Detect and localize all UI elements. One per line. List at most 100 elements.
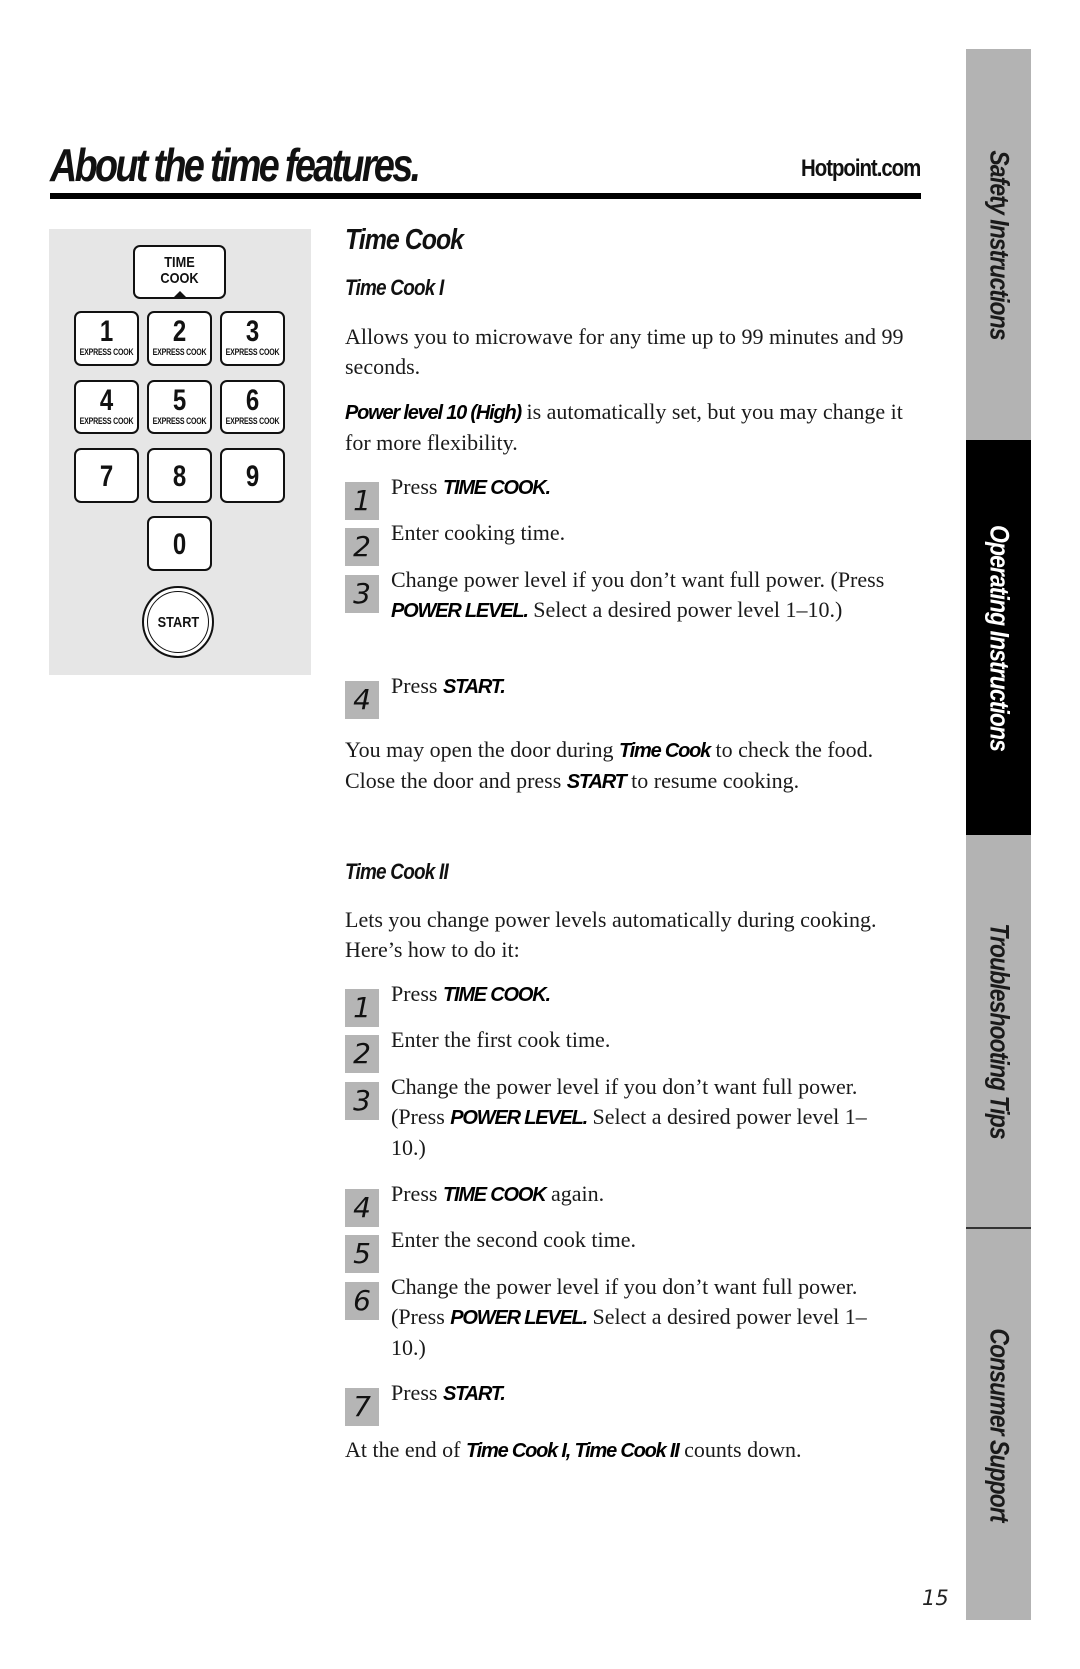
key-digit: 1 [99,315,114,348]
plain-text: Press [391,1380,443,1405]
tab-consumer-support[interactable]: Consumer Support [966,1227,1031,1620]
step-text: Change power level if you don’t want ful… [391,565,891,626]
site-link[interactable]: Hotpoint.com [801,154,921,184]
plain-text: At the end of [345,1437,466,1462]
start-key: START [142,586,214,658]
plain-text: Enter the first cook time. [391,1027,611,1052]
plain-text: Change power level if you don’t want ful… [391,567,885,592]
emphasis-text: START. [442,676,506,698]
number-key-2: 2 EXPRESS COOK [147,311,212,366]
tab-troubleshooting-tips[interactable]: Troubleshooting Tips [966,835,1031,1227]
step-text: Press TIME COOK. [391,472,891,503]
time-cook-2-heading: Time Cook II [345,859,449,884]
time-cook-key: TIME COOK [133,245,226,299]
step-text: Change the power level if you don’t want… [391,1072,891,1163]
key-sublabel: EXPRESS COOK [152,416,207,426]
tab-label: Operating Instructions [984,524,1014,751]
key-digit: 6 [245,384,260,417]
end-note: At the end of Time Cook I, Time Cook II … [345,1435,905,1466]
door-note: You may open the door during Time Cook t… [345,735,905,797]
number-key-4: 4 EXPRESS COOK [74,380,139,434]
step-text: Press TIME COOK again. [391,1179,891,1210]
step-number-badge: 3 [345,575,379,613]
plain-text: Press [391,981,443,1006]
time-cook-key-line2: COOK [160,270,199,287]
title-rule [50,193,921,199]
step-number-badge: 2 [345,1035,379,1073]
key-sublabel: EXPRESS COOK [152,347,207,357]
emphasis-text: TIME COOK. [442,984,551,1006]
key-sublabel: EXPRESS COOK [79,416,134,426]
step-text: Press START. [391,671,891,702]
plain-text: again. [545,1181,605,1206]
key-digit: 5 [172,384,187,417]
step-number-badge: 1 [345,482,379,520]
plain-text: You may open the door during [345,737,619,762]
emphasis-text: Time Cook I, Time Cook II [465,1440,680,1462]
step-text: Change the power level if you don’t want… [391,1272,891,1363]
step-number-badge: 4 [345,1189,379,1227]
tab-label: Safety Instructions [984,149,1014,340]
emphasis-text: POWER LEVEL. [450,1307,588,1329]
step-text: Press TIME COOK. [391,979,891,1010]
plain-text: Press [391,1181,443,1206]
key-digit: 4 [99,384,114,417]
tab-safety-instructions[interactable]: Safety Instructions [966,49,1031,440]
key-sublabel: EXPRESS COOK [225,347,280,357]
number-key-0: 0 [147,516,212,571]
keypad-illustration: TIME COOK 1 EXPRESS COOK 2 EXPRESS COOK … [49,229,311,675]
number-key-3: 3 EXPRESS COOK [220,311,285,366]
step-text: Press START. [391,1378,891,1409]
time-cook-1-heading: Time Cook I [345,275,444,300]
number-key-6: 6 EXPRESS COOK [220,380,285,434]
tab-label: Troubleshooting Tips [984,923,1014,1139]
tab-operating-instructions[interactable]: Operating Instructions [966,440,1031,835]
plain-text: Enter cooking time. [391,520,566,545]
key-sublabel: EXPRESS COOK [79,347,134,357]
power-level-note: Power level 10 (High) is automatically s… [345,397,905,458]
start-key-label: START [157,613,199,631]
number-key-5: 5 EXPRESS COOK [147,380,212,434]
emphasis-text: TIME COOK. [442,477,551,499]
tab-label: Consumer Support [984,1327,1014,1522]
key-sublabel: EXPRESS COOK [225,416,280,426]
emphasis-text: Time Cook [618,740,711,762]
step-number-badge: 6 [345,1282,379,1320]
key-digit: 3 [245,315,260,348]
plain-text: Press [391,673,443,698]
time-cook-key-line1: TIME [164,254,195,271]
step-number-badge: 7 [345,1388,379,1426]
step-number-badge: 1 [345,989,379,1027]
number-key-9: 9 [220,448,285,503]
plain-text: Select a desired power level 1–10.) [527,597,843,622]
step-number-badge: 3 [345,1082,379,1120]
plain-text: to resume cooking. [625,768,800,793]
plain-text: Press [391,474,443,499]
key-digit: 9 [245,460,260,493]
plain-text: counts down. [678,1437,802,1462]
step-text: Enter the second cook time. [391,1225,891,1255]
number-key-7: 7 [74,448,139,503]
key-digit: 8 [172,460,187,493]
step-number-badge: 4 [345,681,379,719]
power-level-note-emphasis: Power level 10 (High) [345,402,522,424]
key-digit: 7 [99,460,114,493]
key-digit: 2 [172,315,187,348]
step-number-badge: 2 [345,528,379,566]
number-key-1: 1 EXPRESS COOK [74,311,139,366]
emphasis-text: POWER LEVEL. [391,600,529,622]
time-cook-1-intro: Allows you to microwave for any time up … [345,324,904,379]
step-text: Enter the first cook time. [391,1025,891,1055]
emphasis-text: START [566,771,627,793]
step-number-badge: 5 [345,1235,379,1273]
section-title: Time Cook [345,224,464,256]
page-number: 15 [922,1586,949,1610]
time-cook-2-intro: Lets you change power levels automatical… [345,907,877,962]
step-text: Enter cooking time. [391,518,891,548]
emphasis-text: POWER LEVEL. [450,1107,588,1129]
emphasis-text: START. [442,1383,506,1405]
indicator-arrow-icon [172,291,187,298]
number-key-8: 8 [147,448,212,503]
key-digit: 0 [172,528,187,561]
page-title: About the time features. [50,139,421,191]
